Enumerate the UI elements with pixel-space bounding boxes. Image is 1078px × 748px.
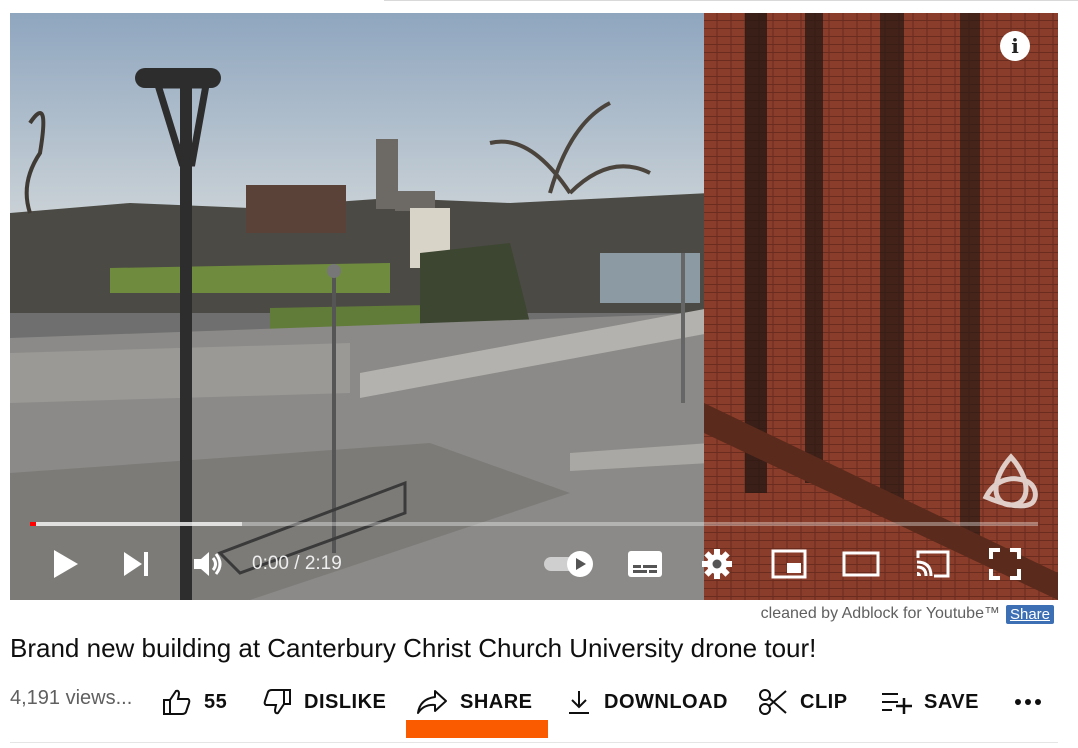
time-display: 0:00 / 2:19 [252,553,342,574]
play-button[interactable] [44,538,86,590]
miniplayer-button[interactable] [766,538,812,590]
next-button[interactable] [114,538,158,590]
share-button[interactable]: SHARE [416,684,533,720]
share-arrow-icon [417,690,447,714]
adblock-note: cleaned by Adblock for Youtube™ [760,605,1000,622]
like-count: 55 [204,690,228,713]
channel-watermark-icon[interactable] [980,453,1042,509]
theater-mode-button[interactable] [838,538,884,590]
bottom-divider [10,742,1058,743]
scissors-icon [759,689,787,715]
progress-bar[interactable] [30,522,1038,527]
clip-label: CLIP [800,690,848,713]
share-label: SHARE [460,690,533,713]
view-count[interactable]: 4,191 views... [10,687,132,710]
miniplayer-icon [771,549,807,579]
subtitles-icon [628,551,662,577]
fullscreen-button[interactable] [982,538,1028,590]
volume-icon [194,552,222,576]
dislike-button[interactable]: DISLIKE [262,684,386,720]
download-button[interactable]: DOWNLOAD [566,684,728,720]
settings-button[interactable] [694,538,740,590]
dislike-label: DISLIKE [304,690,387,713]
more-options-button[interactable] [1014,684,1042,720]
add-to-playlist-icon [882,693,912,714]
clip-button[interactable]: CLIP [758,684,848,720]
like-button[interactable]: 55 [162,684,227,720]
top-divider [384,0,1078,1]
next-icon [124,552,148,576]
fullscreen-icon [989,548,1021,580]
adblock-notice: cleaned by Adblock for Youtube™ Share [761,603,1054,625]
theater-mode-icon [842,551,880,577]
info-icon[interactable]: i [1000,31,1030,61]
save-button[interactable]: SAVE [880,684,979,720]
video-player[interactable]: i 0:00 / 2:19 [10,13,1058,600]
thumbs-up-icon [163,689,191,715]
thumbs-down-icon [263,689,291,715]
autoplay-toggle[interactable] [540,538,598,590]
volume-button[interactable] [186,538,230,590]
save-label: SAVE [924,690,979,713]
share-highlight-underline [406,720,548,738]
subtitles-button[interactable] [622,538,668,590]
cast-icon [916,550,950,578]
player-controls: 0:00 / 2:19 [10,538,1058,590]
gear-icon [702,549,732,579]
video-title: Brand new building at Canterbury Christ … [10,633,817,663]
play-icon [54,550,78,578]
more-options-icon [1015,699,1041,705]
progress-buffered [30,522,242,526]
video-frame [10,13,1058,600]
download-label: DOWNLOAD [604,690,728,713]
adblock-share-link[interactable]: Share [1005,604,1054,624]
download-icon [569,691,589,714]
progress-played [30,522,36,526]
cast-button[interactable] [910,538,956,590]
autoplay-toggle-icon [544,551,593,577]
